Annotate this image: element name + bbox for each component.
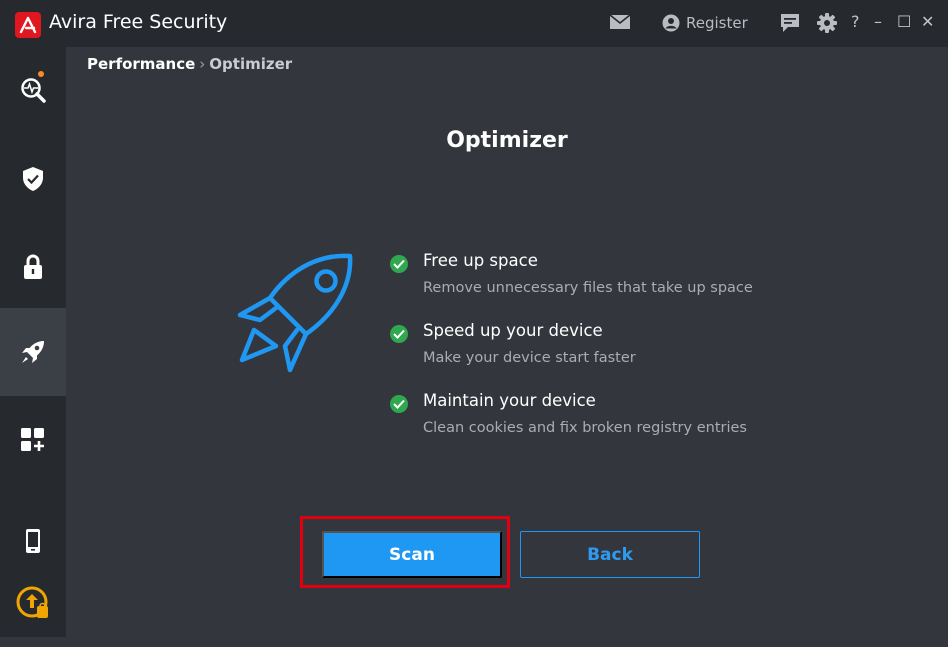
app-brand: Avira — [49, 11, 97, 33]
close-button[interactable]: ✕ — [921, 12, 934, 31]
breadcrumb-performance[interactable]: Performance — [87, 55, 195, 73]
sidebar — [0, 47, 66, 637]
check-circle-icon — [390, 255, 408, 273]
feature-description: Clean cookies and fix broken registry en… — [423, 420, 747, 436]
app-title: Avira Free Security — [49, 11, 227, 33]
breadcrumb: Performance › Optimizer — [87, 55, 292, 73]
feature-description: Remove unnecessary files that take up sp… — [423, 280, 753, 296]
help-button[interactable]: ? — [851, 12, 860, 31]
feature-item: Free up space Remove unnecessary files t… — [388, 250, 808, 320]
pulse-search-icon — [21, 78, 46, 103]
check-circle-icon — [390, 325, 408, 343]
app-product: Free Security — [102, 11, 228, 33]
rocket-icon — [22, 341, 44, 363]
register-link[interactable]: Register — [662, 12, 748, 34]
feature-title: Free up space — [423, 251, 538, 270]
feature-list: Free up space Remove unnecessary files t… — [388, 250, 808, 460]
notification-dot — [38, 71, 44, 77]
lock-icon — [24, 254, 42, 279]
minimize-button[interactable]: – — [874, 12, 882, 31]
shield-check-icon — [23, 167, 43, 191]
feature-description: Make your device start faster — [423, 350, 636, 366]
breadcrumb-optimizer: Optimizer — [209, 55, 293, 73]
page-title: Optimizer — [446, 128, 568, 153]
avira-logo-icon — [15, 12, 41, 38]
breadcrumb-separator: › — [199, 55, 206, 73]
sidebar-item-status[interactable] — [0, 47, 66, 135]
title-bar: Avira Free Security Register ? – ☐ ✕ — [0, 0, 948, 47]
feature-item: Maintain your device Clean cookies and f… — [388, 390, 808, 460]
upgrade-icon — [16, 586, 48, 618]
maximize-button[interactable]: ☐ — [897, 12, 911, 31]
check-circle-icon — [390, 395, 408, 413]
sidebar-item-upgrade[interactable] — [0, 559, 66, 647]
rocket-illustration-icon — [230, 250, 360, 384]
sidebar-item-privacy[interactable] — [0, 223, 66, 311]
scan-button[interactable]: Scan — [322, 531, 502, 578]
settings-gear-icon[interactable] — [816, 12, 838, 38]
back-button[interactable]: Back — [520, 531, 700, 578]
apps-plus-icon — [21, 428, 44, 451]
sidebar-item-security[interactable] — [0, 135, 66, 223]
feature-item: Speed up your device Make your device st… — [388, 320, 808, 390]
sidebar-item-performance[interactable] — [0, 308, 66, 396]
register-label: Register — [686, 14, 748, 32]
account-icon — [662, 14, 680, 32]
mail-icon[interactable] — [609, 12, 631, 36]
feedback-icon[interactable] — [779, 12, 801, 38]
feature-title: Maintain your device — [423, 391, 596, 410]
sidebar-item-apps[interactable] — [0, 396, 66, 484]
phone-icon — [26, 529, 40, 553]
feature-title: Speed up your device — [423, 321, 603, 340]
